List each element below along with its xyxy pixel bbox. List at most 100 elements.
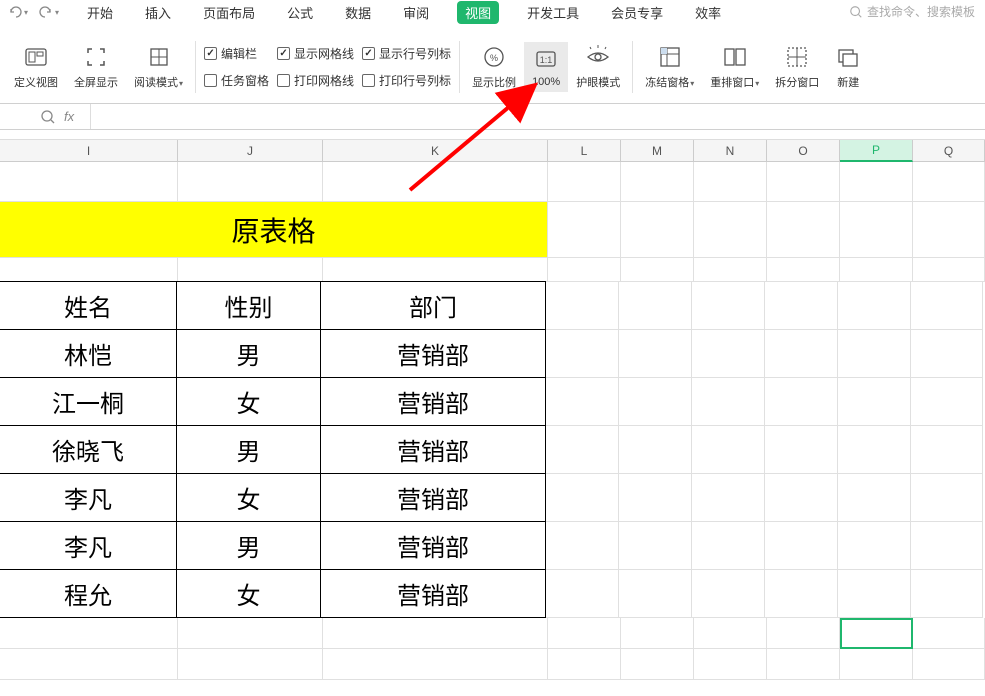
data-cell[interactable]: 营销部 — [320, 425, 546, 474]
cb-show-rowcol[interactable]: 显示行号列标 — [362, 45, 451, 62]
cell[interactable] — [765, 378, 838, 426]
tab-review[interactable]: 审阅 — [399, 1, 433, 24]
cell[interactable] — [692, 474, 765, 522]
cb-edit-bar[interactable]: 编辑栏 — [204, 45, 269, 62]
cell[interactable] — [0, 258, 178, 282]
data-cell[interactable]: 女 — [176, 569, 321, 618]
cell[interactable] — [913, 162, 985, 202]
cell[interactable] — [838, 522, 911, 570]
cell[interactable] — [0, 618, 178, 649]
cell[interactable] — [913, 618, 985, 649]
cell[interactable] — [178, 258, 323, 282]
col-header-I[interactable]: I — [0, 140, 178, 161]
header-gender[interactable]: 性别 — [176, 281, 321, 330]
eye-protect-button[interactable]: 护眼模式 — [568, 40, 628, 94]
data-cell[interactable]: 李凡 — [0, 521, 177, 570]
cell[interactable] — [840, 258, 913, 282]
tab-insert[interactable]: 插入 — [141, 1, 175, 24]
cell[interactable] — [621, 618, 694, 649]
cell[interactable] — [694, 618, 767, 649]
cell[interactable] — [765, 570, 838, 618]
header-name[interactable]: 姓名 — [0, 281, 177, 330]
cell[interactable] — [911, 330, 983, 378]
cell[interactable] — [767, 258, 840, 282]
undo-button[interactable]: ▾ — [7, 4, 28, 20]
cell[interactable] — [838, 570, 911, 618]
zoom-button[interactable]: % 显示比例 — [464, 40, 524, 94]
tab-data[interactable]: 数据 — [341, 1, 375, 24]
search-box[interactable]: 查找命令、搜索模板 — [849, 3, 975, 20]
data-cell[interactable]: 男 — [176, 521, 321, 570]
cell[interactable] — [838, 378, 911, 426]
cell[interactable] — [692, 378, 765, 426]
cell[interactable] — [619, 474, 692, 522]
new-win-button[interactable]: 新建 — [827, 40, 863, 94]
cell[interactable] — [546, 330, 619, 378]
tab-vip[interactable]: 会员专享 — [607, 1, 667, 24]
cell[interactable] — [323, 258, 548, 282]
cb-show-grid[interactable]: 显示网格线 — [277, 45, 354, 62]
cell[interactable] — [840, 649, 913, 680]
data-cell[interactable]: 林恺 — [0, 329, 177, 378]
cell[interactable] — [911, 522, 983, 570]
cell[interactable] — [619, 570, 692, 618]
cell[interactable] — [765, 282, 838, 330]
cell[interactable] — [619, 426, 692, 474]
cell[interactable] — [548, 618, 621, 649]
cell[interactable] — [546, 282, 619, 330]
cell[interactable] — [621, 258, 694, 282]
cell[interactable] — [621, 202, 694, 258]
cb-print-rowcol[interactable]: 打印行号列标 — [362, 72, 451, 89]
cell[interactable] — [838, 474, 911, 522]
cell[interactable] — [692, 282, 765, 330]
cell[interactable] — [911, 474, 983, 522]
cell[interactable] — [0, 162, 178, 202]
cell[interactable] — [619, 522, 692, 570]
search-icon[interactable] — [40, 109, 56, 125]
cell[interactable] — [546, 378, 619, 426]
cell[interactable] — [913, 258, 985, 282]
cell[interactable] — [911, 570, 983, 618]
cell[interactable] — [619, 282, 692, 330]
cell[interactable] — [838, 426, 911, 474]
tab-dev[interactable]: 开发工具 — [523, 1, 583, 24]
cell[interactable] — [840, 162, 913, 202]
data-cell[interactable]: 程允 — [0, 569, 177, 618]
cell[interactable] — [323, 618, 548, 649]
title-cell[interactable]: 原表格 — [0, 202, 548, 258]
col-header-J[interactable]: J — [178, 140, 323, 161]
cell[interactable] — [838, 282, 911, 330]
cell[interactable] — [621, 162, 694, 202]
cell[interactable] — [546, 426, 619, 474]
data-cell[interactable]: 营销部 — [320, 377, 546, 426]
cell[interactable] — [548, 649, 621, 680]
cell[interactable] — [546, 522, 619, 570]
header-dept[interactable]: 部门 — [320, 281, 546, 330]
data-cell[interactable]: 李凡 — [0, 473, 177, 522]
data-cell[interactable]: 女 — [176, 377, 321, 426]
zoom-100-button[interactable]: 1:1 100% — [524, 42, 568, 92]
cell[interactable] — [765, 474, 838, 522]
cell[interactable] — [765, 522, 838, 570]
cell[interactable] — [692, 522, 765, 570]
cell[interactable] — [840, 618, 913, 649]
cell[interactable] — [911, 378, 983, 426]
cell[interactable] — [178, 618, 323, 649]
tab-eff[interactable]: 效率 — [691, 1, 725, 24]
tab-view[interactable]: 视图 — [457, 1, 499, 24]
data-cell[interactable]: 徐晓飞 — [0, 425, 177, 474]
col-header-P[interactable]: P — [840, 140, 913, 162]
cell[interactable] — [767, 202, 840, 258]
split-win-button[interactable]: 拆分窗口 — [767, 40, 827, 94]
custom-view-button[interactable]: 定义视图 — [6, 40, 66, 94]
freeze-panes-button[interactable]: 冻结窗格▾ — [637, 40, 702, 94]
cell[interactable] — [767, 649, 840, 680]
cell[interactable] — [548, 258, 621, 282]
cell[interactable] — [765, 330, 838, 378]
cell[interactable] — [178, 162, 323, 202]
cell[interactable] — [913, 202, 985, 258]
data-cell[interactable]: 江一桐 — [0, 377, 177, 426]
data-cell[interactable]: 女 — [176, 473, 321, 522]
cell[interactable] — [767, 162, 840, 202]
cell[interactable] — [323, 162, 548, 202]
